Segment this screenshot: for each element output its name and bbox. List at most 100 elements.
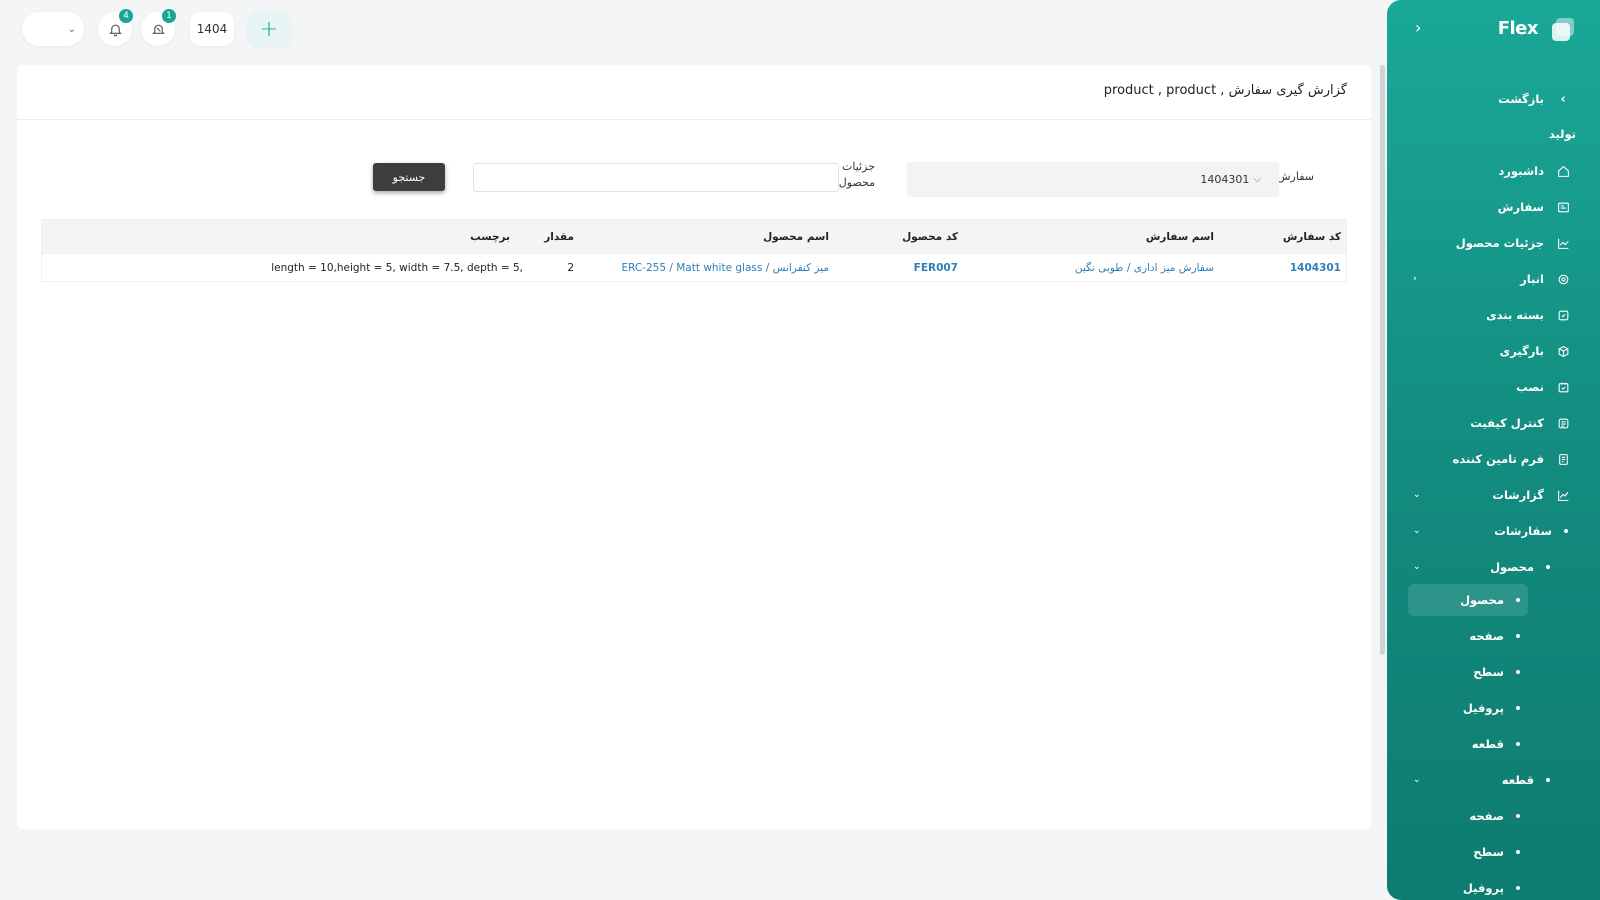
header-tag: برچسب — [470, 230, 510, 243]
sidebar-item-installation[interactable]: نصب — [1387, 372, 1600, 402]
title-divider — [17, 119, 1371, 120]
sidebar-subitem-orders[interactable]: سفارشات ⌄ — [1387, 516, 1600, 546]
sidebar-subitem-product-part[interactable]: قطعه — [1387, 729, 1600, 759]
sidebar-item-label: قطعه — [1471, 737, 1504, 751]
order-select[interactable]: 1404301 ⌵ — [907, 162, 1279, 197]
sidebar-item-label: قطعه — [1501, 773, 1534, 787]
sidebar-item-label: سفارش — [1497, 200, 1544, 214]
message-count-badge: 1 — [162, 9, 176, 23]
sidebar-item-label: بارگیری — [1499, 344, 1544, 358]
sidebar-item-label: محصول — [1460, 593, 1504, 607]
quality-icon — [1556, 416, 1570, 430]
table-header: کد سفارش اسم سفارش کد محصول اسم محصول مق… — [42, 220, 1346, 253]
notification-icon — [151, 24, 165, 34]
page-title: گزارش گیری سفارش , product , product — [1103, 83, 1347, 98]
messages-button[interactable]: 1 — [141, 9, 176, 46]
sidebar-item-product-details[interactable]: جزئیات محصول — [1387, 228, 1600, 258]
bullet-dot — [1516, 886, 1520, 890]
sidebar-subitem-product-product[interactable]: محصول — [1387, 585, 1600, 615]
sidebar: Flex ‹ › بازگشت تولید داشبورد سفارش جزئی… — [1387, 0, 1600, 900]
notification-count-badge: 4 — [119, 9, 133, 23]
sidebar-item-order[interactable]: سفارش — [1387, 192, 1600, 222]
bullet-dot — [1516, 598, 1520, 602]
sidebar-subitem-part-surface[interactable]: سطح — [1387, 837, 1600, 867]
sidebar-subitem-product-sheet[interactable]: صفحه — [1387, 621, 1600, 651]
sidebar-section-label: تولید — [1548, 127, 1576, 141]
sidebar-subitem-part-sheet[interactable]: صفحه — [1387, 801, 1600, 831]
chevron-down-icon: ⌄ — [67, 23, 76, 35]
sidebar-item-label: کنترل کیفیت — [1470, 416, 1544, 430]
cell-order-name[interactable]: سفارش میز اداری / طوبی نگین — [1075, 254, 1214, 281]
sidebar-item-loading[interactable]: بارگیری — [1387, 336, 1600, 366]
order-label: سفارش: — [1273, 170, 1314, 183]
sidebar-back[interactable]: › بازگشت — [1387, 84, 1600, 114]
sidebar-item-label: داشبورد — [1498, 164, 1544, 178]
page-scrollbar[interactable] — [1380, 65, 1385, 655]
search-button[interactable]: جستجو — [373, 163, 445, 191]
cube-icon — [1556, 344, 1570, 358]
sidebar-subitem-product-surface[interactable]: سطح — [1387, 657, 1600, 687]
sidebar-back-label: بازگشت — [1498, 92, 1544, 106]
brand-name: Flex — [1497, 18, 1539, 39]
sidebar-item-quality-control[interactable]: کنترل کیفیت — [1387, 408, 1600, 438]
product-detail-input[interactable] — [473, 163, 839, 192]
chevron-down-icon: ⌵ — [1253, 174, 1261, 185]
add-button[interactable]: + — [248, 12, 290, 46]
bullet-dot — [1516, 850, 1520, 854]
chevron-down-icon: ⌄ — [1413, 562, 1421, 572]
sidebar-item-label: پروفیل — [1462, 701, 1504, 715]
package-icon — [1556, 308, 1570, 322]
collapse-sidebar-chevron-icon[interactable]: ‹ — [1415, 18, 1421, 37]
sidebar-item-label: پروفیل — [1462, 881, 1504, 895]
sidebar-item-warehouse[interactable]: انبار ‹ — [1387, 264, 1600, 294]
bullet-dot — [1564, 529, 1568, 533]
sidebar-subitem-part[interactable]: قطعه ⌄ — [1387, 765, 1600, 795]
header-quantity: مقدار — [544, 230, 574, 243]
table-row[interactable]: 1404301 سفارش میز اداری / طوبی نگین FER0… — [42, 253, 1346, 281]
bullet-dot — [1516, 814, 1520, 818]
header-product-code: کد محصول — [902, 230, 958, 243]
cell-order-code[interactable]: 1404301 — [1290, 254, 1341, 281]
header-product-name: اسم محصول — [763, 230, 829, 243]
sidebar-section-production: تولید — [1387, 119, 1600, 149]
sidebar-subitem-product[interactable]: محصول ⌄ — [1387, 552, 1600, 582]
sidebar-item-reports[interactable]: گزارشات ⌄ — [1387, 480, 1600, 510]
chevron-left-icon: ‹ — [1413, 274, 1417, 284]
bullet-dot — [1516, 634, 1520, 638]
sidebar-header: Flex ‹ — [1405, 14, 1582, 44]
chevron-down-icon: ⌄ — [1413, 490, 1421, 500]
order-icon — [1556, 200, 1570, 214]
order-select-value: 1404301 — [1200, 173, 1250, 186]
sidebar-item-label: بسته بندی — [1486, 308, 1544, 322]
header-order-code: کد سفارش — [1282, 230, 1341, 243]
bullet-dot — [1546, 565, 1550, 569]
sidebar-item-dashboard[interactable]: داشبورد — [1387, 156, 1600, 186]
sidebar-item-label: سطح — [1473, 665, 1504, 679]
sidebar-item-supplier-form[interactable]: فرم تامین کننده — [1387, 444, 1600, 474]
cell-product-name[interactable]: میز کنفرانس / ERC-255 / Matt white glass — [621, 254, 829, 281]
chevron-down-icon: ⌄ — [1413, 526, 1421, 536]
sidebar-subitem-part-profile[interactable]: پروفیل — [1387, 873, 1600, 900]
user-dropdown[interactable]: ⌄ — [22, 12, 84, 46]
sidebar-item-packaging[interactable]: بسته بندی — [1387, 300, 1600, 330]
report-table: کد سفارش اسم سفارش کد محصول اسم محصول مق… — [41, 219, 1347, 282]
plus-icon: + — [259, 16, 279, 42]
year-selector[interactable]: 1404 — [190, 12, 234, 46]
sidebar-item-label: سفارشات — [1494, 524, 1552, 538]
cell-quantity: 2 — [567, 261, 574, 274]
bullet-dot — [1516, 742, 1520, 746]
warehouse-icon — [1556, 272, 1570, 286]
chart-icon — [1556, 236, 1570, 250]
bullet-dot — [1546, 778, 1550, 782]
sidebar-item-label: فرم تامین کننده — [1452, 452, 1544, 466]
bullet-dot — [1516, 706, 1520, 710]
sidebar-item-label: گزارشات — [1492, 488, 1544, 502]
bullet-dot — [1516, 670, 1520, 674]
sidebar-item-label: نصب — [1516, 380, 1544, 394]
sidebar-subitem-product-profile[interactable]: پروفیل — [1387, 693, 1600, 723]
flex-logo-icon — [1550, 16, 1576, 42]
cell-tag: length = 10,height = 5, width = 7.5, dep… — [271, 261, 523, 274]
cell-product-code[interactable]: FER007 — [914, 254, 958, 281]
notifications-button[interactable]: 4 — [98, 9, 133, 46]
sidebar-item-label: جزئیات محصول — [1455, 236, 1544, 250]
